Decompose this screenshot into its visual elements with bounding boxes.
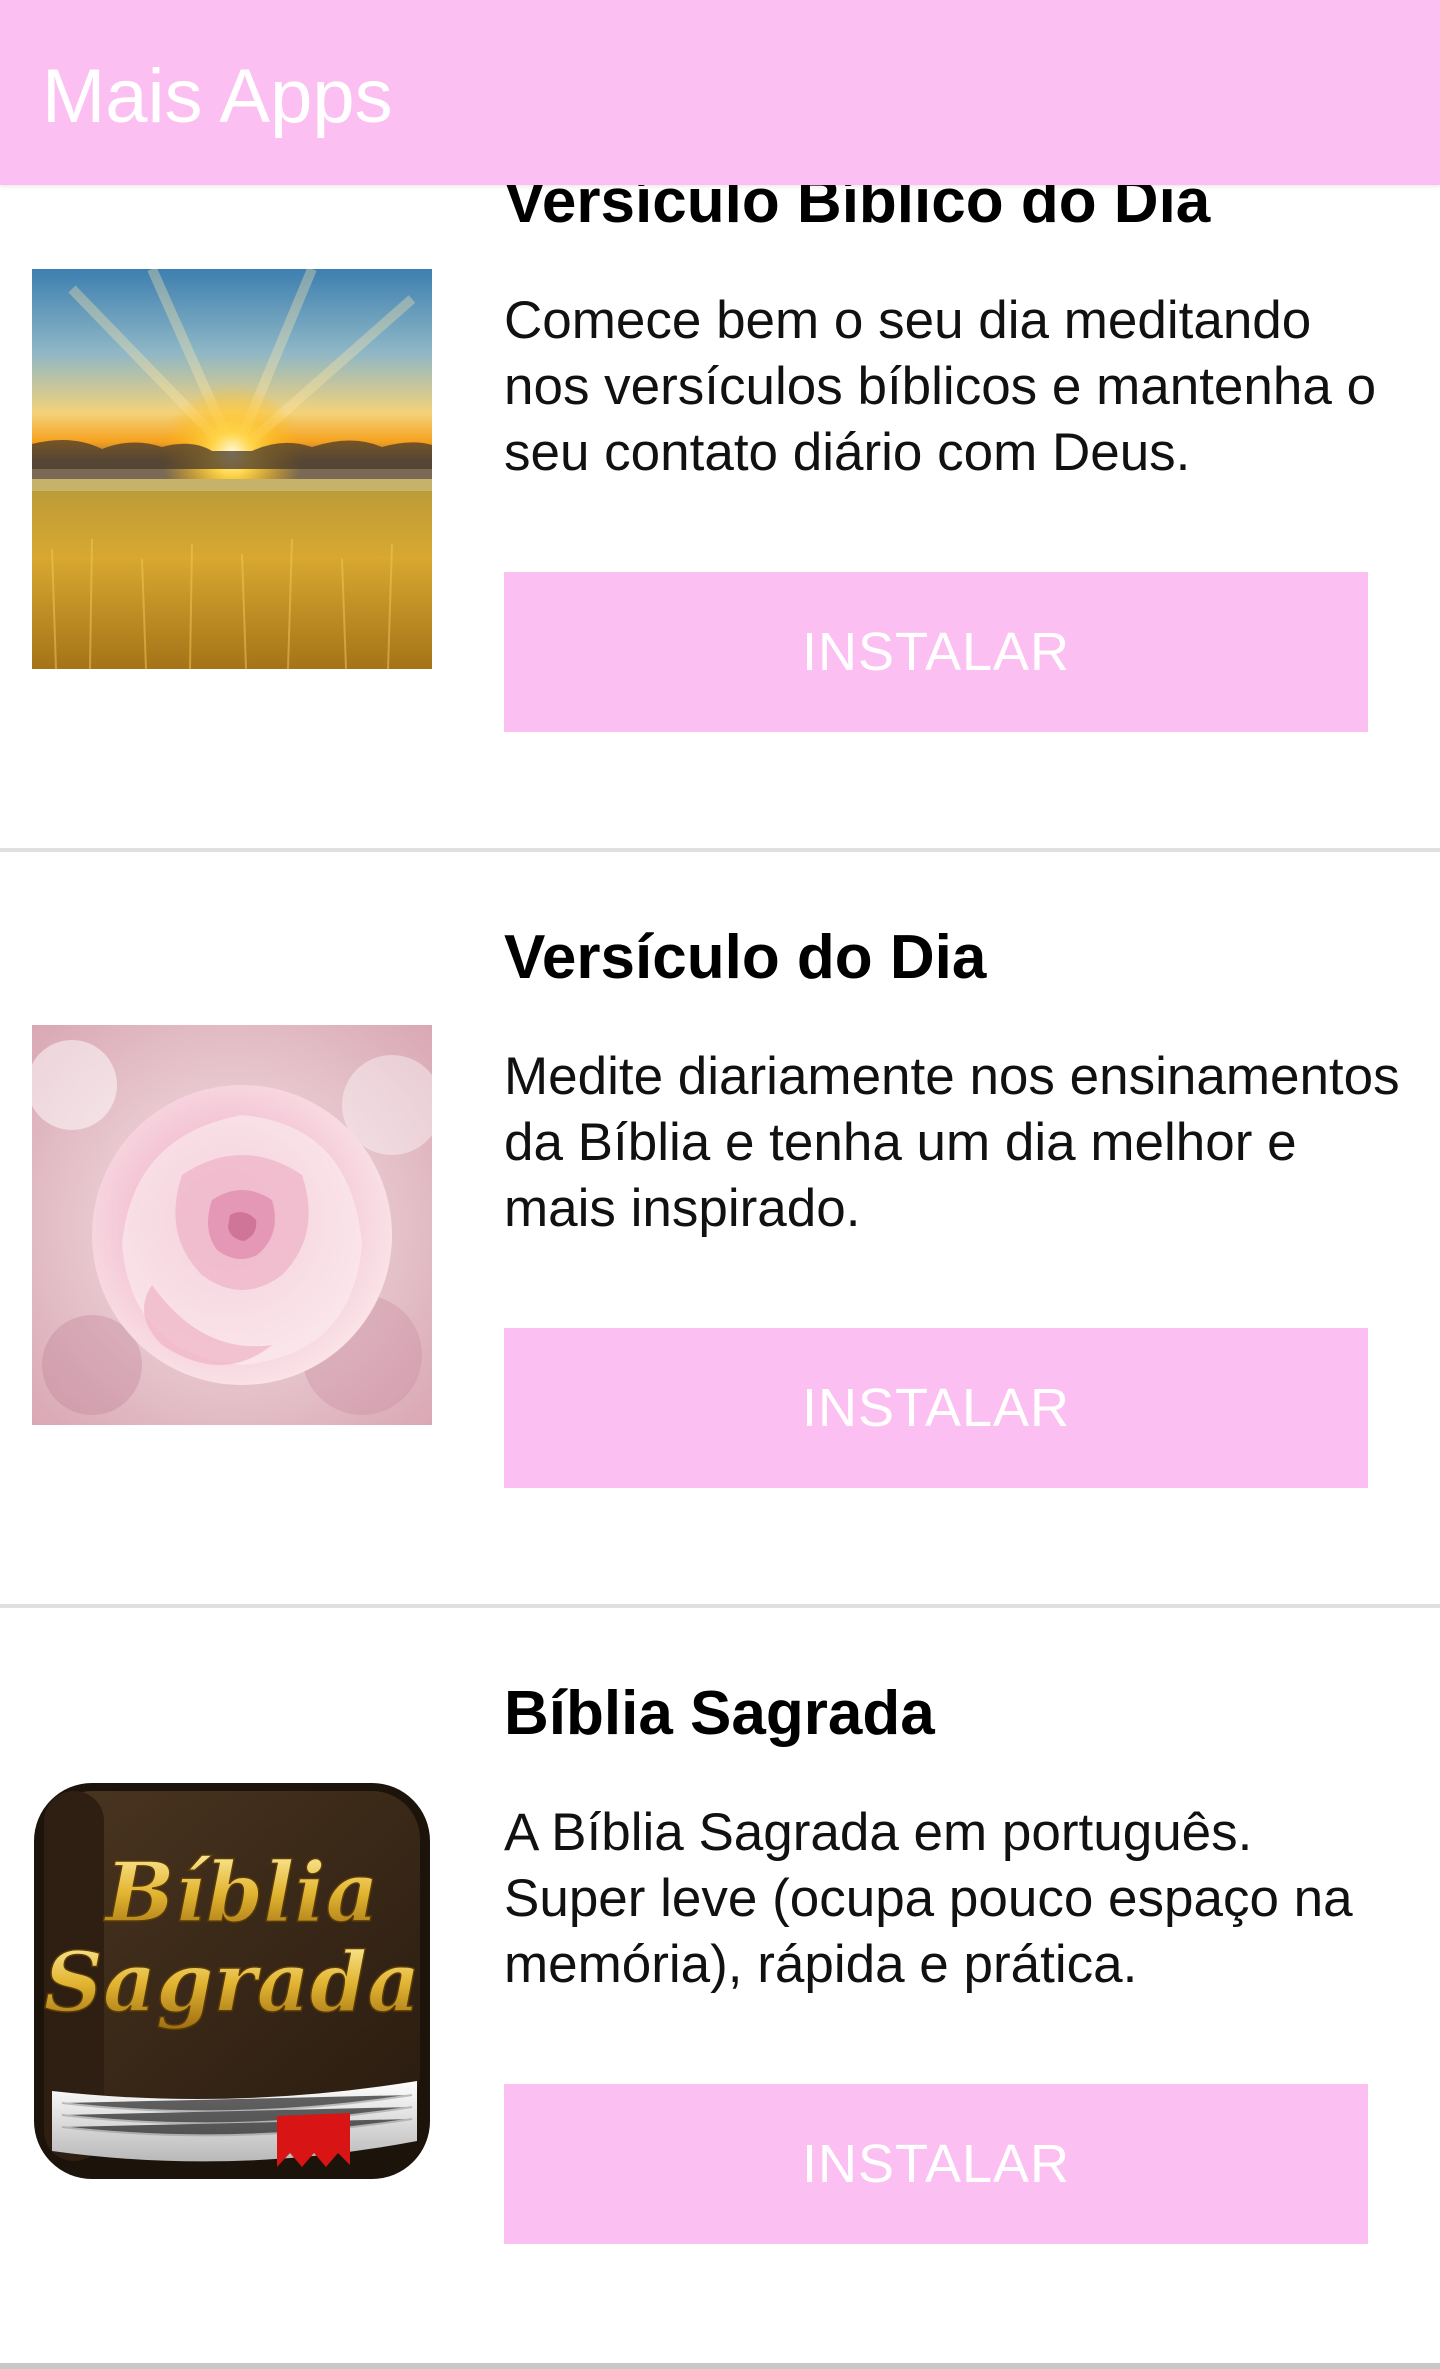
- app-description: A Bíblia Sagrada em português. Super lev…: [504, 1803, 1353, 1994]
- install-button[interactable]: INSTALAR: [504, 1328, 1368, 1488]
- app-item-versiculo-biblico: Versículo Bíblico do Dia Comece bem o se…: [0, 96, 1440, 852]
- svg-text:Sagrada: Sagrada: [44, 1935, 421, 2031]
- page-title: Mais Apps: [42, 54, 393, 139]
- svg-text:Bíblia: Bíblia: [103, 1845, 378, 1941]
- install-button[interactable]: INSTALAR: [504, 2084, 1368, 2244]
- install-button[interactable]: INSTALAR: [504, 572, 1368, 732]
- sunrise-wheat-field-image: [32, 269, 432, 669]
- app-item-biblia-sagrada: Bíblia Sagrada Bíblia Sagrada A Bíblia S…: [0, 1608, 1440, 2364]
- holy-bible-book-icon: Bíblia Sagrada: [32, 1781, 432, 2181]
- app-description: Medite diariamente nos ensinamentos da B…: [504, 1047, 1400, 1238]
- pink-rose-image: [32, 1025, 432, 1425]
- list-bottom-edge: [0, 2363, 1440, 2369]
- apps-list[interactable]: Versículo Bíblico do Dia Comece bem o se…: [0, 0, 1440, 2369]
- app-bar: Mais Apps: [0, 0, 1440, 185]
- app-title: Bíblia Sagrada: [504, 1679, 935, 1748]
- app-description: Comece bem o seu dia meditando nos versí…: [504, 291, 1377, 482]
- app-item-versiculo-do-dia: Versículo do Dia Medite diariamente nos …: [0, 852, 1440, 1608]
- app-title: Versículo do Dia: [504, 923, 987, 992]
